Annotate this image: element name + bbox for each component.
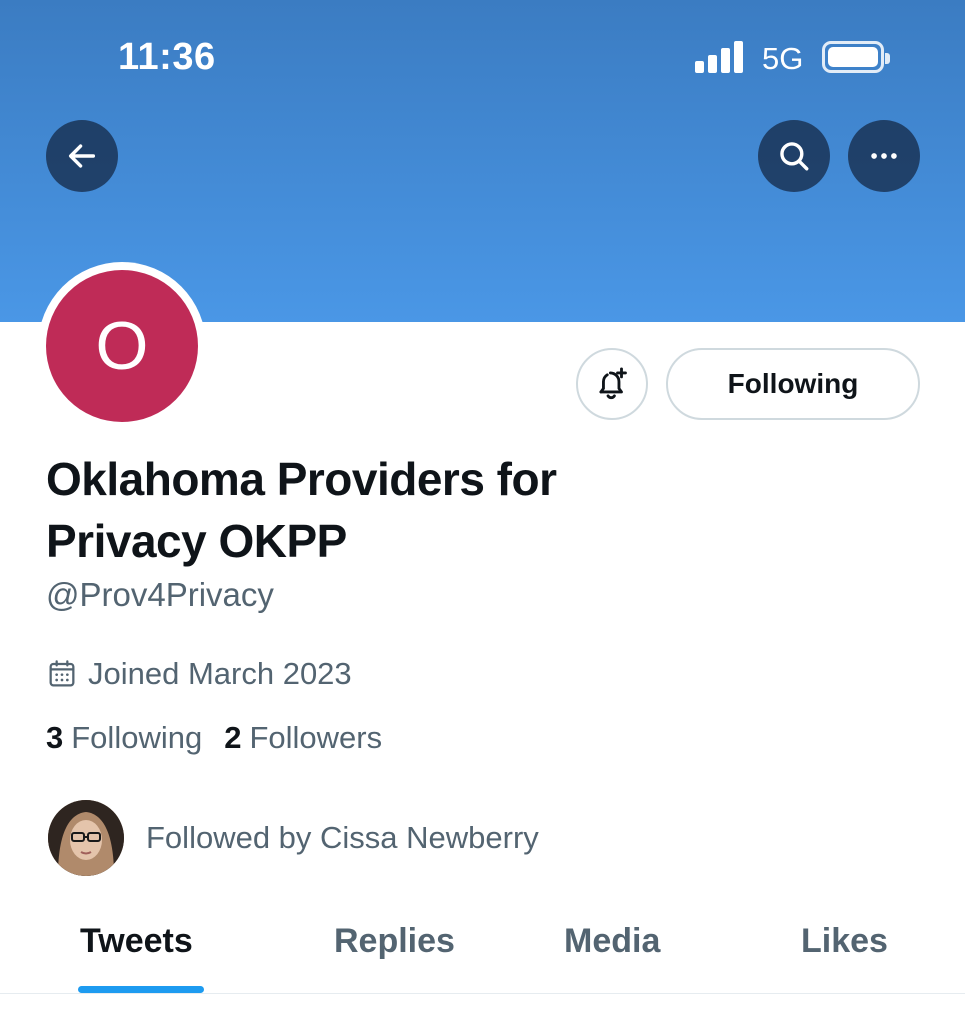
- following-count: 3: [46, 720, 64, 755]
- tab-media[interactable]: Media: [564, 922, 660, 961]
- calendar-icon: [49, 660, 75, 687]
- arrow-left-icon: [68, 144, 96, 168]
- notifications-button[interactable]: [576, 348, 648, 420]
- following-count-link[interactable]: 3 Following: [46, 720, 202, 756]
- battery-icon: [822, 41, 890, 73]
- status-bar: 11:36 5G: [0, 0, 965, 110]
- profile-tabs: Tweets Replies Media Likes: [0, 900, 965, 994]
- network-label: 5G: [762, 41, 804, 76]
- follow-counts: 3 Following 2 Followers: [46, 720, 382, 756]
- profile-handle: @Prov4Privacy: [46, 576, 274, 613]
- follower-avatar: [48, 800, 124, 876]
- tab-likes[interactable]: Likes: [801, 922, 888, 961]
- following-label: Following: [71, 720, 203, 755]
- back-button[interactable]: [46, 120, 118, 192]
- more-horizontal-icon: [871, 153, 897, 159]
- profile-avatar-ring[interactable]: O: [38, 262, 206, 430]
- status-time: 11:36: [118, 36, 216, 78]
- profile-avatar: O: [46, 270, 198, 422]
- search-button[interactable]: [758, 120, 830, 192]
- more-button[interactable]: [848, 120, 920, 192]
- bell-plus-icon: [599, 367, 627, 400]
- followed-by[interactable]: Followed by Cissa Newberry: [48, 800, 539, 876]
- signal-icon: [695, 41, 745, 73]
- following-button[interactable]: Following: [666, 348, 920, 420]
- tab-replies[interactable]: Replies: [334, 922, 455, 961]
- followers-count-link[interactable]: 2 Followers: [224, 720, 382, 756]
- profile-display-name: Oklahoma Providers for Privacy OKPP: [46, 453, 557, 567]
- followers-label: Followers: [249, 720, 383, 755]
- tab-tweets[interactable]: Tweets: [80, 922, 193, 961]
- followed-by-label: Followed by Cissa Newberry: [146, 820, 539, 855]
- followers-count: 2: [224, 720, 242, 755]
- joined-label: Joined March 2023: [88, 656, 352, 691]
- active-tab-indicator: [78, 986, 204, 993]
- search-icon: [780, 142, 809, 171]
- joined-date: Joined March 2023: [46, 654, 352, 694]
